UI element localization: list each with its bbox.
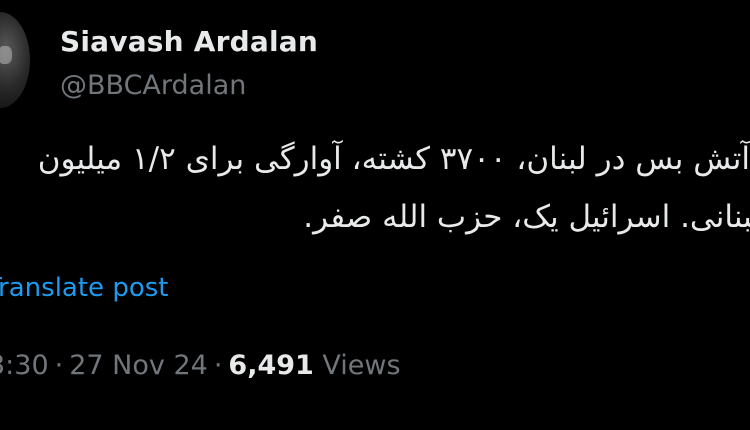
meta-separator: · [54,350,64,381]
views-label: Views [322,350,401,381]
user-handle[interactable]: @BBCArdalan [60,70,246,101]
tweet-text: آتش بس در لبنان، ۳۷۰۰ کشته، آوارگی برای … [30,130,750,250]
tweet-date[interactable]: 27 Nov 24 [69,350,208,381]
display-name[interactable]: Siavash Ardalan [60,25,318,58]
meta-separator: · [213,350,223,381]
avatar[interactable] [0,12,30,108]
tweet-meta: 3:30·27 Nov 24·6,491 Views [0,350,401,381]
tweet-text-line-1: آتش بس در لبنان، ۳۷۰۰ کشته، آوارگی برای … [37,141,750,177]
tweet-text-line-2: لبنانی. اسرائیل یک، حزب الله صفر. [303,199,750,235]
tweet-time[interactable]: 3:30 [0,350,49,381]
translate-post-link[interactable]: Translate post [0,273,168,303]
views-count: 6,491 [228,350,314,381]
tweet-card: Siavash Ardalan @BBCArdalan آتش بس در لب… [0,0,750,430]
